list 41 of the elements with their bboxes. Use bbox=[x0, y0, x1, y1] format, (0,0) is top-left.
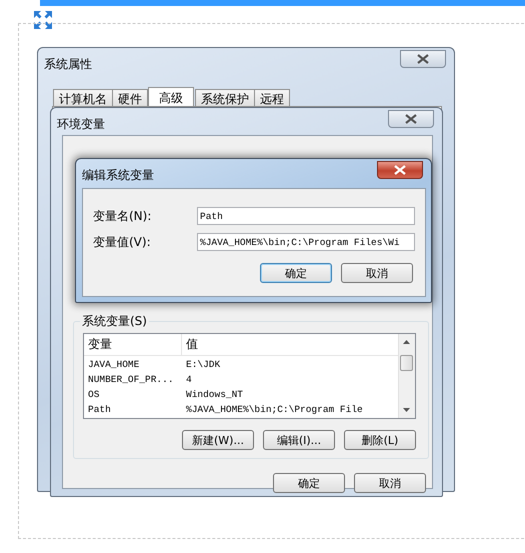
close-button[interactable] bbox=[377, 161, 423, 179]
variable-value: Windows_NT bbox=[185, 388, 244, 400]
scroll-up-icon[interactable] bbox=[403, 340, 410, 344]
dialog-button[interactable]: 新建(W)... bbox=[182, 430, 254, 450]
list-row[interactable]: JAVA_HOME E:\JDK bbox=[84, 357, 400, 371]
list-row[interactable]: NUMBER_OF_PR... 4 bbox=[84, 372, 400, 386]
variable-value: E:\JDK bbox=[185, 358, 220, 370]
scrollbar[interactable] bbox=[398, 334, 415, 418]
close-icon bbox=[404, 114, 418, 124]
variable-name: NUMBER_OF_PR... bbox=[87, 374, 175, 384]
field-label: 变量名(N): bbox=[93, 208, 152, 224]
scroll-thumb[interactable] bbox=[400, 355, 413, 371]
dialog-button[interactable]: 取消 bbox=[341, 263, 413, 283]
dialog-button[interactable]: 删除(L) bbox=[344, 430, 416, 450]
variable-value: 4 bbox=[185, 374, 192, 384]
close-icon bbox=[393, 165, 407, 175]
field-label: 变量值(V): bbox=[93, 234, 152, 250]
list-row[interactable]: OS Windows_NT bbox=[84, 387, 400, 401]
input-field[interactable]: %JAVA_HOME%\bin;C:\Program Files\Wi bbox=[197, 233, 415, 251]
window-title: 编辑系统变量 bbox=[82, 167, 154, 184]
window-title: 环境变量 bbox=[57, 116, 105, 133]
variable-name: Path bbox=[87, 404, 112, 414]
close-button[interactable] bbox=[400, 50, 446, 68]
group-label: 系统变量(S) bbox=[80, 313, 149, 330]
close-icon bbox=[416, 54, 430, 64]
dialog-button[interactable]: 取消 bbox=[354, 473, 426, 493]
scroll-down-icon[interactable] bbox=[403, 408, 410, 412]
close-button[interactable] bbox=[388, 110, 434, 128]
variable-value: %JAVA_HOME%\bin;C:\Program File bbox=[185, 404, 363, 414]
dialog-button[interactable]: 确定 bbox=[260, 263, 332, 283]
dialog-button[interactable]: 确定 bbox=[273, 473, 345, 493]
window-title: 系统属性 bbox=[44, 56, 92, 73]
dialog-button[interactable]: 编辑(I)... bbox=[263, 430, 335, 450]
column-header[interactable]: 变量 bbox=[84, 334, 182, 355]
expand-icon[interactable] bbox=[33, 10, 53, 30]
tab[interactable]: 高级 bbox=[148, 87, 194, 108]
variable-name: JAVA_HOME bbox=[87, 358, 140, 370]
input-field[interactable]: Path bbox=[197, 207, 415, 225]
column-header[interactable]: 值 bbox=[182, 334, 198, 355]
variable-name: OS bbox=[87, 388, 100, 400]
list-row[interactable]: Path %JAVA_HOME%\bin;C:\Program File bbox=[84, 402, 400, 416]
